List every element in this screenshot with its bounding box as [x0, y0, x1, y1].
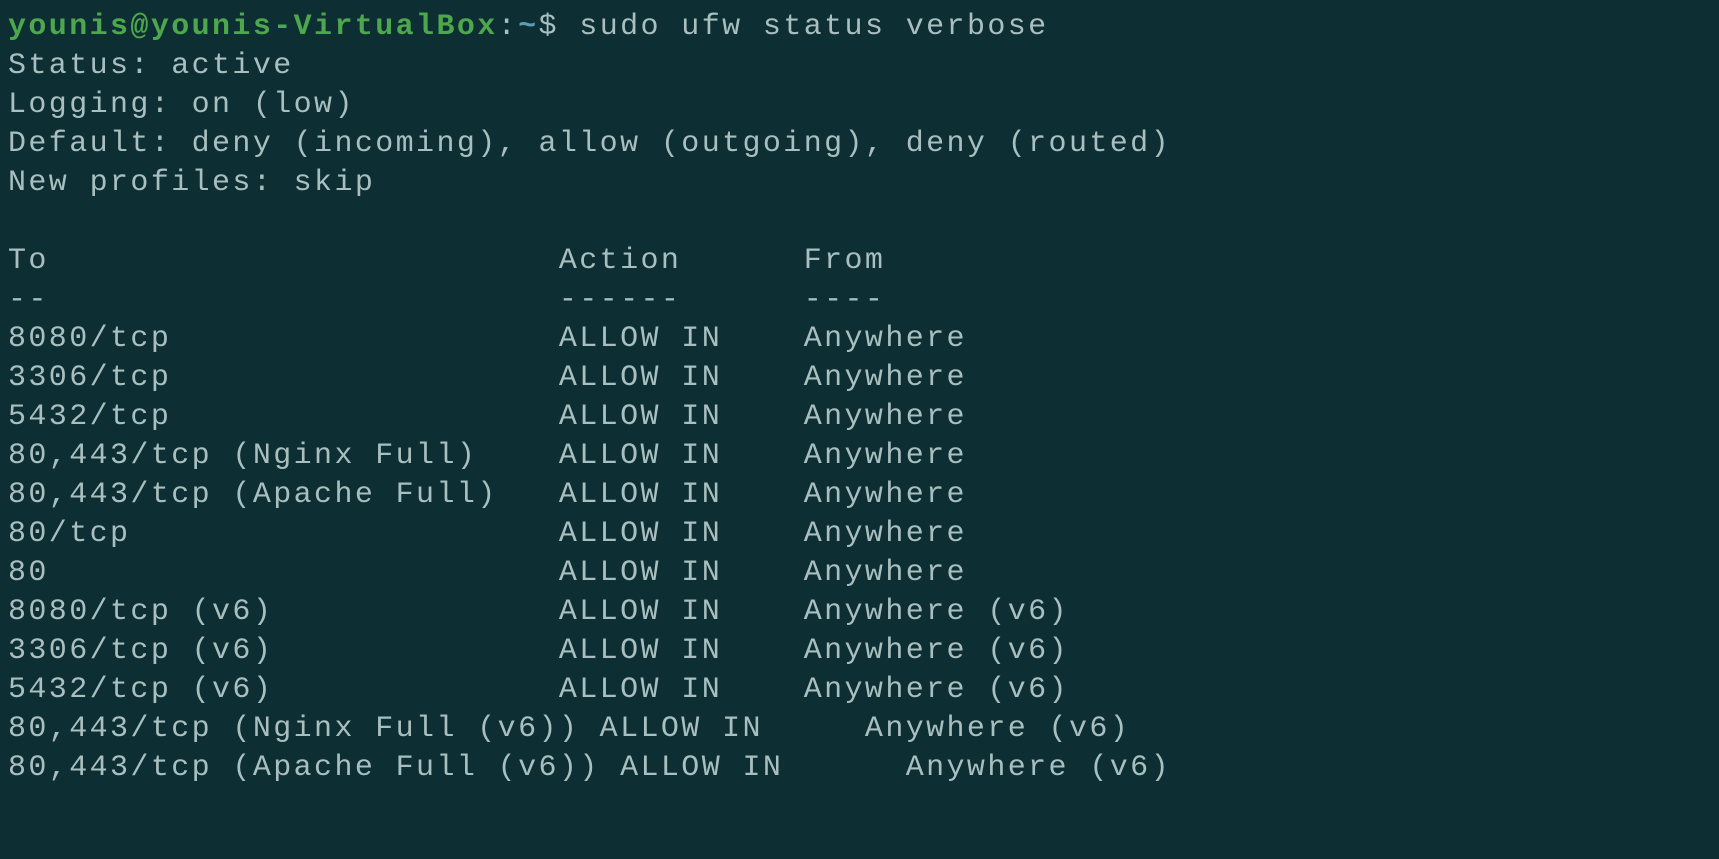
prompt-path: ~: [518, 10, 538, 44]
prompt-user: younis@younis-VirtualBox: [8, 10, 498, 44]
profiles-line: New profiles: skip: [8, 164, 1711, 203]
prompt-separator: :: [498, 10, 518, 44]
logging-line: Logging: on (low): [8, 86, 1711, 125]
blank-line: [8, 203, 1711, 242]
table-row: 80,443/tcp (Nginx Full) ALLOW IN Anywher…: [8, 437, 1711, 476]
table-row: 80,443/tcp (Apache Full (v6)) ALLOW IN A…: [8, 749, 1711, 788]
terminal-output: younis@younis-VirtualBox:~$ sudo ufw sta…: [8, 8, 1711, 788]
table-row: 8080/tcp ALLOW IN Anywhere: [8, 320, 1711, 359]
table-row: 80/tcp ALLOW IN Anywhere: [8, 515, 1711, 554]
table-row: 80,443/tcp (Apache Full) ALLOW IN Anywhe…: [8, 476, 1711, 515]
table-row: 3306/tcp ALLOW IN Anywhere: [8, 359, 1711, 398]
table-row: 80,443/tcp (Nginx Full (v6)) ALLOW IN An…: [8, 710, 1711, 749]
prompt-symbol: $: [538, 10, 558, 44]
table-row: 80 ALLOW IN Anywhere: [8, 554, 1711, 593]
prompt-line[interactable]: younis@younis-VirtualBox:~$ sudo ufw sta…: [8, 8, 1711, 47]
table-row: 3306/tcp (v6) ALLOW IN Anywhere (v6): [8, 632, 1711, 671]
table-divider: -- ------ ----: [8, 281, 1711, 320]
status-line: Status: active: [8, 47, 1711, 86]
table-row: 5432/tcp ALLOW IN Anywhere: [8, 398, 1711, 437]
table-row: 8080/tcp (v6) ALLOW IN Anywhere (v6): [8, 593, 1711, 632]
rules-table: To Action From-- ------ ----8080/tcp ALL…: [8, 242, 1711, 788]
default-line: Default: deny (incoming), allow (outgoin…: [8, 125, 1711, 164]
table-row: 5432/tcp (v6) ALLOW IN Anywhere (v6): [8, 671, 1711, 710]
table-header: To Action From: [8, 242, 1711, 281]
command-text: sudo ufw status verbose: [579, 10, 1048, 44]
